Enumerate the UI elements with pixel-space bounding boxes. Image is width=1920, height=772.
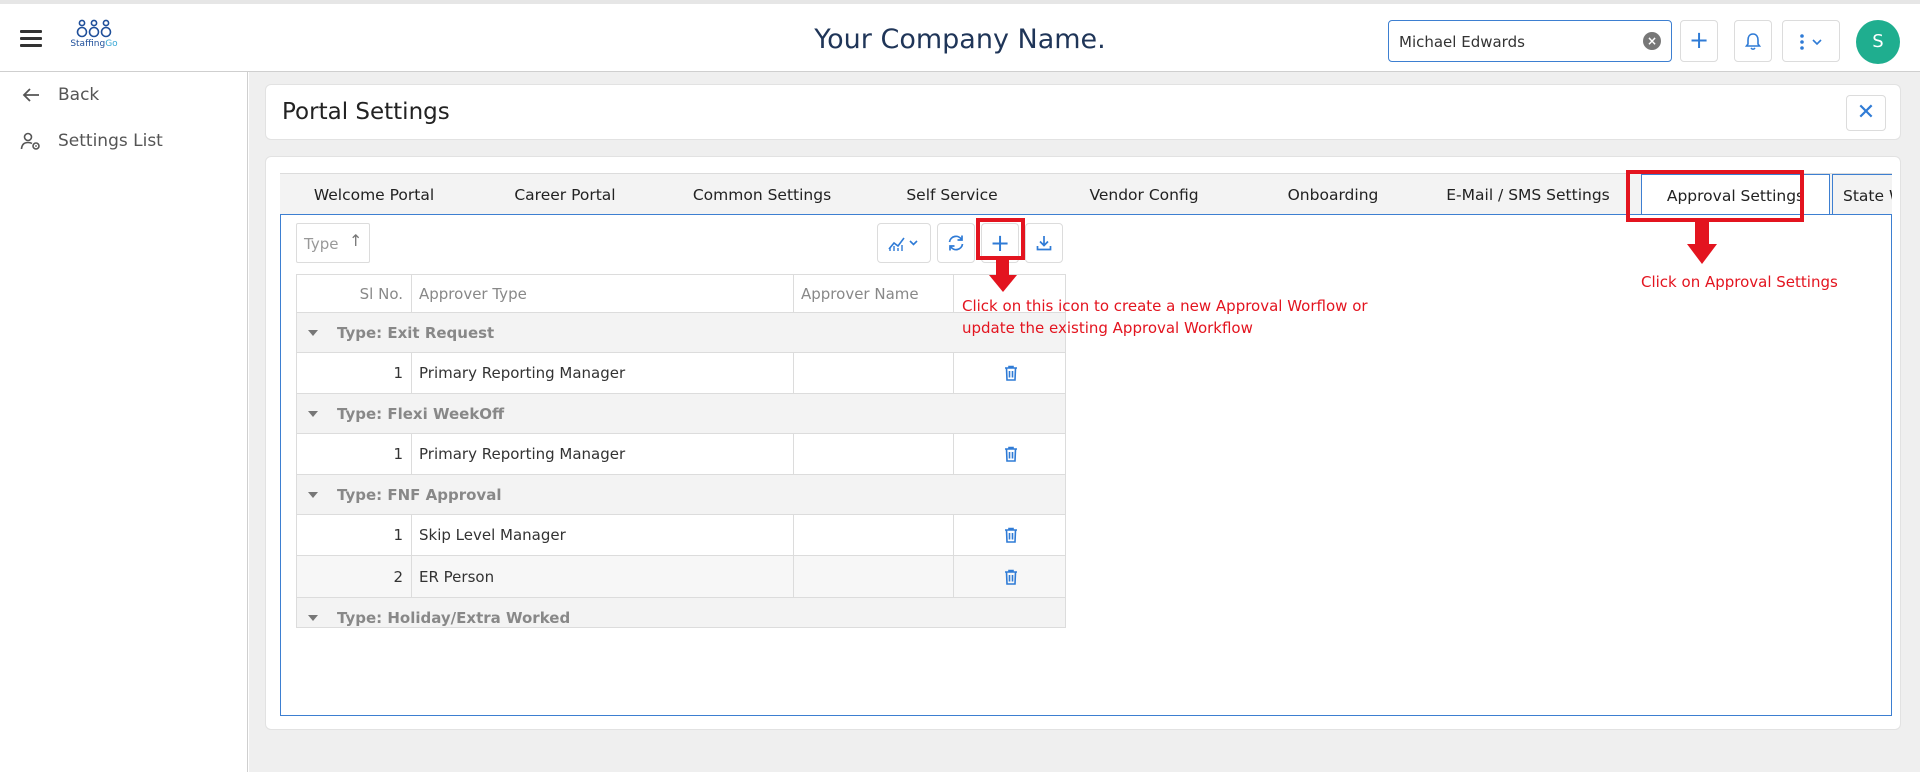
group-label: Type: Flexi WeekOff	[337, 404, 505, 423]
cell-approver-type: ER Person	[412, 556, 794, 597]
close-button[interactable]: ✕	[1846, 95, 1886, 131]
table-row[interactable]: 2 ER Person	[297, 556, 1065, 598]
delete-button[interactable]	[954, 556, 1065, 597]
avatar[interactable]: S	[1856, 20, 1900, 64]
tab-self-service[interactable]: Self Service	[877, 174, 1027, 215]
arrow-left-icon	[20, 84, 42, 106]
caret-down-icon[interactable]	[308, 491, 318, 498]
refresh-icon	[948, 235, 964, 251]
cell-sl-no: 1	[297, 434, 412, 474]
delete-button[interactable]	[954, 515, 1065, 555]
cell-approver-type: Primary Reporting Manager	[412, 353, 794, 393]
sidebar-item-settings-list[interactable]: Settings List	[20, 126, 163, 156]
group-label: Type: Exit Request	[337, 323, 495, 342]
more-options-button[interactable]	[1782, 20, 1840, 62]
table-row[interactable]: 1 Primary Reporting Manager	[297, 434, 1065, 475]
tab-welcome-portal[interactable]: Welcome Portal	[294, 174, 454, 215]
top-bar: StaffingGo Your Company Name. Michael Ed…	[0, 0, 1920, 72]
download-icon	[1036, 236, 1052, 251]
table-row[interactable]: 1 Primary Reporting Manager	[297, 353, 1065, 394]
cell-sl-no: 1	[297, 515, 412, 555]
tab-email-sms-settings[interactable]: E-Mail / SMS Settings	[1427, 174, 1629, 215]
trash-icon	[1004, 365, 1017, 381]
grid-header: Sl No. Approver Type Approver Name	[297, 275, 1065, 313]
annotation-highlight-add	[976, 218, 1025, 260]
add-button[interactable]: +	[1680, 20, 1718, 62]
chart-icon	[888, 237, 918, 251]
download-button[interactable]	[1025, 223, 1063, 263]
column-header-approver-type[interactable]: Approver Type	[412, 275, 794, 312]
approval-grid: Sl No. Approver Type Approver Name Type:…	[296, 274, 1066, 628]
table-row[interactable]: 1 Skip Level Manager	[297, 515, 1065, 556]
trash-icon	[1004, 569, 1017, 585]
tab-vendor-config[interactable]: Vendor Config	[1064, 174, 1224, 215]
page-header-card: Portal Settings ✕	[265, 84, 1901, 140]
cell-approver-type: Skip Level Manager	[412, 515, 794, 555]
annotation-highlight-tab	[1626, 170, 1804, 222]
sort-by-type[interactable]: Type ↑	[296, 223, 370, 263]
cell-approver-name	[794, 515, 954, 555]
notification-button[interactable]	[1734, 20, 1772, 62]
trash-icon	[1004, 446, 1017, 462]
group-label: Type: Holiday/Extra Worked	[337, 609, 571, 627]
hamburger-menu-icon[interactable]	[20, 30, 42, 48]
cell-approver-type: Primary Reporting Manager	[412, 434, 794, 474]
sidebar-item-label: Back	[58, 85, 100, 105]
tab-onboarding[interactable]: Onboarding	[1258, 174, 1408, 215]
chart-view-button[interactable]	[877, 223, 931, 263]
annotation-arrow-down-icon	[1687, 222, 1717, 264]
sidebar: Back Settings List	[0, 72, 248, 772]
page-title: Portal Settings	[282, 99, 450, 125]
sidebar-item-back[interactable]: Back	[20, 80, 99, 110]
refresh-button[interactable]	[937, 223, 975, 263]
trash-icon	[1004, 527, 1017, 543]
caret-down-icon[interactable]	[308, 615, 318, 621]
clear-icon[interactable]: ×	[1643, 32, 1661, 50]
delete-button[interactable]	[954, 434, 1065, 474]
user-settings-icon	[20, 130, 42, 152]
logo-people-icon	[76, 19, 112, 38]
caret-down-icon[interactable]	[308, 329, 318, 336]
caret-down-icon[interactable]	[308, 410, 318, 417]
annotation-add-note: Click on this icon to create a new Appro…	[962, 297, 1368, 337]
annotation-arrow-down-icon	[989, 260, 1017, 292]
tab-common-settings[interactable]: Common Settings	[672, 174, 852, 215]
group-row[interactable]: Type: Flexi WeekOff	[297, 394, 1065, 434]
arrow-up-icon: ↑	[349, 231, 363, 250]
tab-career-portal[interactable]: Career Portal	[485, 174, 645, 215]
group-row[interactable]: Type: FNF Approval	[297, 475, 1065, 515]
annotation-tab-note: Click on Approval Settings	[1641, 273, 1838, 291]
cell-sl-no: 2	[297, 556, 412, 597]
delete-button[interactable]	[954, 353, 1065, 393]
column-header-approver-name[interactable]: Approver Name	[794, 275, 954, 312]
more-vertical-icon	[1800, 34, 1822, 50]
group-row[interactable]: Type: Exit Request	[297, 313, 1065, 353]
user-select-value: Michael Edwards	[1399, 33, 1525, 51]
group-row[interactable]: Type: Holiday/Extra Worked	[297, 598, 1065, 627]
tab-state-w[interactable]: State W	[1832, 174, 1892, 215]
company-name: Your Company Name.	[814, 24, 1106, 55]
company-logo[interactable]: StaffingGo	[64, 18, 124, 58]
group-label: Type: FNF Approval	[337, 485, 502, 504]
cell-sl-no: 1	[297, 353, 412, 393]
column-header-sl-no[interactable]: Sl No.	[297, 275, 412, 312]
sort-label: Type	[304, 235, 339, 253]
settings-card: Welcome Portal Career Portal Common Sett…	[265, 156, 1901, 730]
cell-approver-name	[794, 556, 954, 597]
user-select[interactable]: Michael Edwards ×	[1388, 20, 1672, 62]
cell-approver-name	[794, 434, 954, 474]
bell-icon	[1744, 33, 1762, 51]
logo-text: StaffingGo	[70, 39, 118, 49]
sidebar-item-label: Settings List	[58, 131, 163, 151]
cell-approver-name	[794, 353, 954, 393]
